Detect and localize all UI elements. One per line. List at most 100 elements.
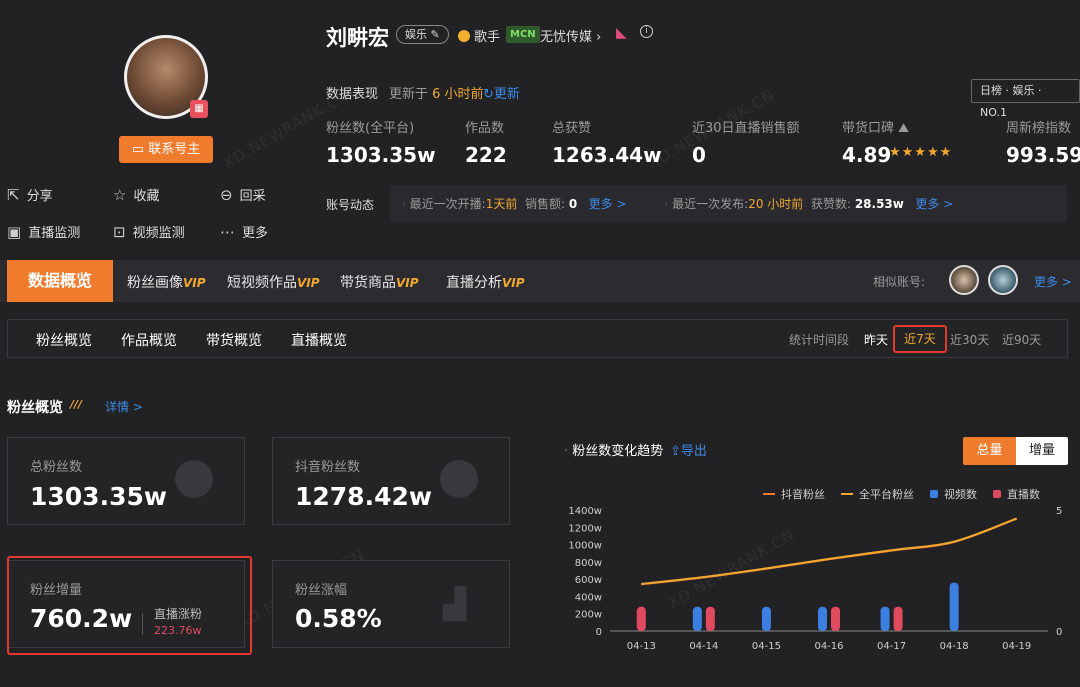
y-tick-label: 1000w bbox=[568, 541, 602, 552]
stat-label: 粉丝数(全平台) bbox=[326, 121, 415, 136]
favorite-button[interactable]: ☆ 收藏 bbox=[113, 185, 159, 205]
data-perf-label: 数据表现 bbox=[326, 87, 379, 102]
douyin-fans-card: 抖音粉丝数 1278.42w bbox=[272, 437, 510, 525]
chart-icon: ⊡ bbox=[113, 222, 126, 241]
export-button[interactable]: ⇪导出 bbox=[670, 440, 707, 459]
qr-code-icon[interactable]: ▦ bbox=[190, 100, 208, 118]
y-tick-label: 400w bbox=[575, 592, 602, 603]
user-icon bbox=[440, 460, 478, 498]
trend-icon: ⛰ bbox=[898, 121, 910, 136]
x-tick-label: 04-13 bbox=[627, 641, 656, 652]
similar-label: 相似账号: bbox=[873, 275, 926, 289]
more-link[interactable]: 更多 > bbox=[589, 195, 627, 212]
increment-toggle-button[interactable]: 增量 bbox=[1016, 437, 1068, 465]
range-7days[interactable]: 近7天 bbox=[893, 325, 947, 353]
total-toggle-button[interactable]: 总量 bbox=[963, 437, 1016, 465]
live-count-bar bbox=[705, 606, 715, 631]
rank-badge[interactable]: 日榜 · 娱乐 · NO.1 bbox=[971, 79, 1080, 119]
refresh-icon: ↻ bbox=[483, 87, 494, 102]
update-info: 更新于 6 小时前 bbox=[389, 87, 484, 102]
user-icon bbox=[175, 460, 213, 498]
video-count-bar bbox=[761, 606, 771, 631]
tab-live-analysis[interactable]: 直播分析VIP bbox=[446, 272, 525, 292]
stat-value: 0 bbox=[692, 143, 706, 167]
live-count-bar bbox=[636, 606, 646, 631]
growth-chart-icon: ▟ bbox=[443, 587, 467, 622]
rating-stars: ★★★★★ bbox=[889, 145, 953, 160]
fan-growth-card: 粉丝涨幅 0.58% ▟ bbox=[272, 560, 510, 648]
range-30days[interactable]: 近30天 bbox=[950, 331, 989, 348]
highlight-frame bbox=[7, 556, 252, 655]
contact-owner-button[interactable]: ▭ 联系号主 bbox=[119, 136, 213, 163]
live-monitor-button[interactable]: ▣ 直播监测 bbox=[7, 222, 80, 242]
x-tick-label: 04-14 bbox=[689, 641, 718, 652]
mcn-link[interactable]: 无忧传媒 › bbox=[540, 26, 601, 45]
stat-value: 222 bbox=[465, 143, 507, 167]
subtab-works-overview[interactable]: 作品概览 bbox=[121, 330, 177, 350]
y-tick-label: 800w bbox=[575, 558, 602, 569]
account-name: 刘畊宏 bbox=[326, 26, 389, 50]
dynamics-bar: · 最近一次开播: 1天前 销售额: 0 更多 > · 最近一次发布: 20 小… bbox=[390, 185, 1067, 222]
x-tick-label: 04-19 bbox=[1002, 641, 1031, 652]
role-icon bbox=[458, 29, 470, 42]
legend-line bbox=[763, 493, 775, 495]
mcn-badge: MCN bbox=[506, 26, 540, 43]
video-count-bar bbox=[692, 606, 702, 631]
x-tick-label: 04-16 bbox=[814, 641, 843, 652]
time-range-label: 统计时间段 bbox=[789, 333, 850, 347]
video-count-bar bbox=[818, 606, 827, 631]
y-tick-label: 200w bbox=[575, 610, 602, 621]
similar-account-avatar[interactable] bbox=[949, 265, 979, 295]
update-link[interactable]: ↻更新 bbox=[483, 83, 520, 102]
stat-label: 近30日直播销售额 bbox=[692, 121, 800, 136]
stat-label: 带货口碑 ⛰ bbox=[842, 121, 910, 136]
y-right-tick-label: 5 bbox=[1056, 506, 1062, 517]
douyin-fans-line bbox=[641, 517, 1018, 586]
y-tick-label: 0 bbox=[596, 627, 602, 638]
stat-label: 周新榜指数 bbox=[1006, 121, 1072, 136]
total-fans-card: 总粉丝数 1303.35w bbox=[7, 437, 245, 525]
y-tick-label: 600w bbox=[575, 575, 602, 586]
stat-value: 4.89 bbox=[842, 143, 892, 167]
x-tick-label: 04-17 bbox=[877, 641, 906, 652]
y-right-tick-label: 0 bbox=[1056, 627, 1062, 638]
x-tick-label: 04-15 bbox=[752, 641, 781, 652]
subtab-live-overview[interactable]: 直播概览 bbox=[291, 330, 347, 350]
stat-value: 993.59 bbox=[1006, 143, 1080, 167]
y-tick-label: 1400w bbox=[568, 506, 602, 517]
stat-value: 1263.44w bbox=[552, 143, 662, 167]
live-count-bar bbox=[893, 606, 903, 631]
more-icon: ⋯ bbox=[220, 222, 235, 241]
similar-account-avatar[interactable] bbox=[988, 265, 1018, 295]
tab-short-videos[interactable]: 短视频作品VIP bbox=[227, 272, 320, 292]
tab-data-overview[interactable]: 数据概览 bbox=[7, 260, 113, 302]
stat-label: 总获赞 bbox=[552, 121, 592, 136]
category-tag[interactable]: 娱乐 ✎ bbox=[396, 25, 449, 44]
share-icon: ⇱ bbox=[7, 185, 20, 204]
more-link[interactable]: 更多 > bbox=[915, 195, 953, 212]
tab-fan-profile[interactable]: 粉丝画像VIP bbox=[127, 272, 206, 292]
more-button[interactable]: ⋯ 更多 bbox=[220, 222, 268, 242]
info-icon[interactable]: i bbox=[640, 25, 653, 38]
tab-products[interactable]: 带货商品VIP bbox=[340, 272, 419, 292]
subtab-fan-overview[interactable]: 粉丝概览 bbox=[36, 330, 92, 350]
all-platform-fans-line bbox=[641, 517, 1018, 585]
share-button[interactable]: ⇱ 分享 bbox=[7, 185, 53, 205]
refresh-icon: ⊖ bbox=[220, 185, 233, 204]
legend-box bbox=[930, 490, 938, 498]
detail-link[interactable]: 详情 > bbox=[105, 398, 143, 415]
subtab-sales-overview[interactable]: 带货概览 bbox=[206, 330, 262, 350]
edit-icon: ✎ bbox=[430, 28, 440, 41]
range-90days[interactable]: 近90天 bbox=[1002, 331, 1041, 348]
chart-title: · 粉丝数变化趋势 bbox=[564, 444, 664, 459]
fan-trend-chart: 0 200w 400w 600w 800w 1000w 1200w 1400w 0 5 04-13 0… bbox=[568, 506, 1062, 652]
range-yesterday[interactable]: 昨天 bbox=[864, 331, 888, 348]
platform-icon: ◣ bbox=[616, 25, 627, 41]
stat-value: 1303.35w bbox=[326, 143, 436, 167]
video-monitor-button[interactable]: ⊡ 视频监测 bbox=[113, 222, 185, 242]
recollect-button[interactable]: ⊖ 回采 bbox=[220, 185, 266, 205]
similar-more-link[interactable]: 更多 > bbox=[1034, 273, 1072, 290]
section-title: 粉丝概览 bbox=[7, 400, 63, 416]
dynamics-label: 账号动态 bbox=[326, 198, 375, 212]
export-icon: ⇪ bbox=[670, 444, 681, 459]
